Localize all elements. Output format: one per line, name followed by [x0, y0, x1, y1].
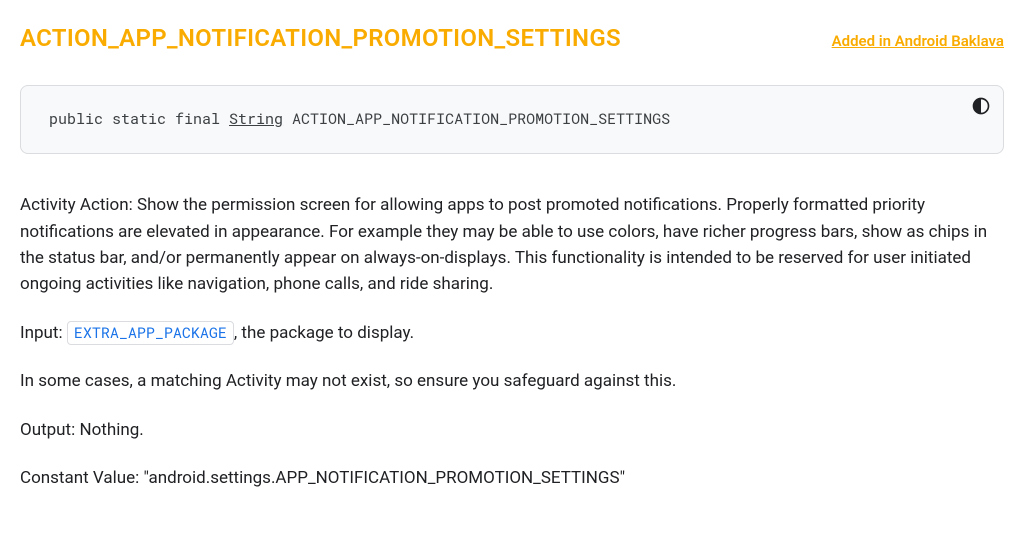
description-caveat: In some cases, a matching Activity may n… [20, 368, 1004, 394]
input-extra-code: EXTRA_APP_PACKAGE [67, 321, 234, 345]
signature-code-block: public static final String ACTION_APP_NO… [20, 85, 1004, 154]
header-row: ACTION_APP_NOTIFICATION_PROMOTION_SETTIN… [20, 20, 1004, 57]
input-label: Input: [20, 323, 67, 343]
dark-mode-toggle-icon[interactable] [971, 96, 991, 116]
description-output: Output: Nothing. [20, 417, 1004, 443]
constant-title: ACTION_APP_NOTIFICATION_PROMOTION_SETTIN… [20, 20, 621, 57]
description-constant-value: Constant Value: "android.settings.APP_NO… [20, 465, 1004, 491]
description-main: Activity Action: Show the permission scr… [20, 192, 1004, 297]
added-in-link[interactable]: Added in Android Baklava [832, 30, 1004, 53]
description-input: Input: EXTRA_APP_PACKAGE, the package to… [20, 320, 1004, 346]
signature-type-link[interactable]: String [229, 109, 283, 129]
signature-modifiers: public static final [49, 109, 229, 129]
input-tail: , the package to display. [234, 323, 414, 343]
signature-name: ACTION_APP_NOTIFICATION_PROMOTION_SETTIN… [283, 109, 670, 129]
